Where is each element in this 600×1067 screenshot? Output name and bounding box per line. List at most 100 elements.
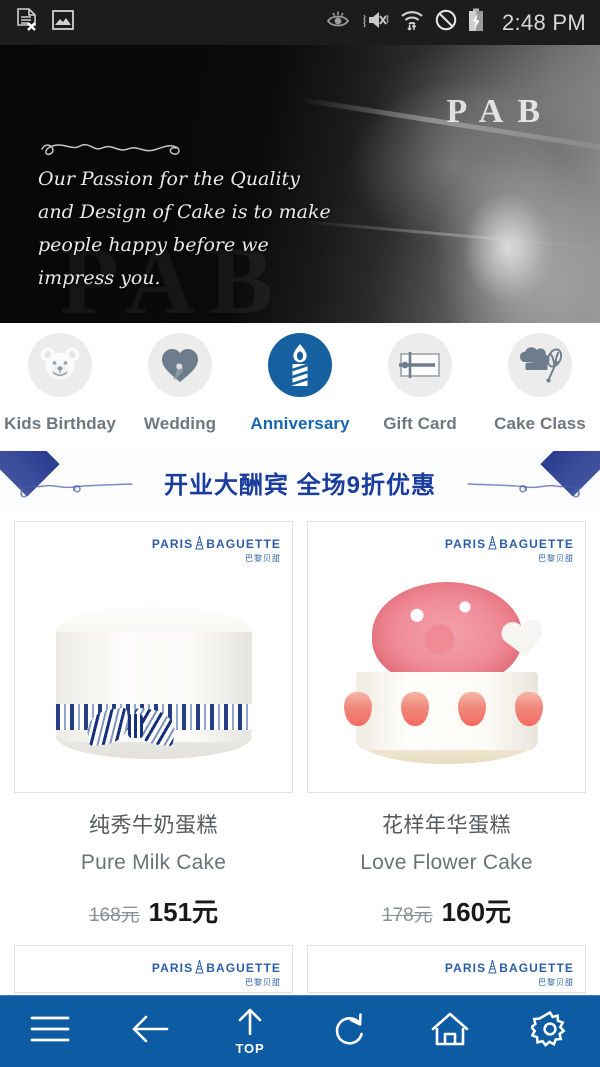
category-icon-wrap (388, 333, 452, 397)
logo-text-chinese: 巴黎贝甜 (245, 554, 281, 563)
category-item-gift-card[interactable]: Gift Card (360, 333, 480, 434)
product-image[interactable]: PARIS BAGUETTE 巴黎贝甜 (14, 945, 293, 993)
promo-swirl-right-icon (412, 477, 582, 506)
image-icon (52, 10, 74, 35)
product-name-chinese: 花样年华蛋糕 (382, 814, 511, 837)
decorative-flourish-icon (38, 133, 248, 164)
girl-photo-subject (448, 180, 568, 323)
product-grid-next-row: PARIS BAGUETTE 巴黎贝甜 PARIS BAGUETTE 巴黎贝甜 (0, 929, 600, 993)
bottom-navigation-bar: TOP (0, 995, 600, 1067)
eiffel-tower-icon (488, 535, 497, 552)
eiffel-tower-icon (195, 959, 204, 976)
promo-banner[interactable]: 开业大酬宾 全场9折优惠 (0, 451, 600, 513)
hero-brand-mark: PAB (446, 93, 554, 130)
status-bar: 2:48 PM (0, 0, 600, 45)
nav-back-button[interactable] (100, 996, 200, 1067)
logo-text-chinese: 巴黎贝甜 (538, 554, 574, 563)
nav-refresh-button[interactable] (300, 996, 400, 1067)
category-icon-wrap (268, 333, 332, 397)
back-arrow-icon (129, 1013, 171, 1050)
settings-gear-icon (529, 1010, 569, 1053)
logo-text-chinese: 巴黎贝甜 (538, 978, 574, 987)
wifi-icon (400, 9, 424, 36)
product-price-row: 178元 160元 (382, 892, 511, 929)
product-original-price: 168元 (88, 905, 140, 926)
logo-text-paris: PARIS (151, 961, 194, 975)
logo-text-baguette: BAGUETTE (206, 961, 281, 975)
product-card[interactable]: PARIS BAGUETTE 巴黎贝甜 (14, 521, 293, 929)
eye-care-icon (326, 10, 350, 35)
logo-text-baguette: BAGUETTE (499, 537, 574, 551)
strawberry-slice (515, 692, 543, 726)
scroll-top-icon (233, 1007, 267, 1040)
status-bar-left-icons (16, 8, 74, 37)
category-label: Cake Class (494, 414, 586, 433)
category-label: Anniversary (250, 414, 350, 433)
bear-icon (40, 347, 80, 380)
product-grid: PARIS BAGUETTE 巴黎贝甜 纯秀牛奶蛋糕 Pure Milk Cak… (0, 513, 600, 929)
product-name-chinese: 纯秀牛奶蛋糕 (89, 814, 218, 837)
chef-hat-whisk-icon (520, 347, 563, 383)
product-image[interactable]: PARIS BAGUETTE 巴黎贝甜 (307, 521, 586, 793)
battery-charging-icon (468, 8, 484, 37)
product-sale-price: 151元 (148, 897, 219, 927)
category-nav: Kids Birthday Wedding Anniversary Gift C… (0, 323, 600, 456)
category-item-wedding[interactable]: Wedding (120, 333, 240, 434)
paris-baguette-logo: PARIS BAGUETTE 巴黎贝甜 (444, 535, 574, 563)
promo-swirl-left-icon (18, 477, 188, 506)
app-root: 2:48 PM PAB PAB Our Passion for the Qual… (0, 0, 600, 1067)
nav-scroll-top-button[interactable]: TOP (200, 996, 300, 1067)
logo-text-paris: PARIS (151, 537, 194, 551)
heart-icon (162, 349, 198, 382)
refresh-icon (331, 1011, 369, 1052)
candle-icon (292, 344, 308, 386)
paris-baguette-logo: PARIS BAGUETTE 巴黎贝甜 (444, 959, 574, 987)
category-item-cake-class[interactable]: Cake Class (480, 333, 600, 434)
logo-text-baguette: BAGUETTE (206, 537, 281, 551)
product-sale-price: 160元 (441, 897, 512, 927)
category-label: Wedding (143, 414, 217, 433)
category-icon-wrap (508, 333, 572, 397)
product-name-english: Pure Milk Cake (80, 851, 227, 874)
product-image[interactable]: PARIS BAGUETTE 巴黎贝甜 (307, 945, 586, 993)
logo-text-paris: PARIS (444, 961, 487, 975)
product-card[interactable]: PARIS BAGUETTE 巴黎贝甜 (14, 945, 293, 993)
category-label: Kids Birthday (4, 414, 116, 433)
do-not-disturb-icon (435, 9, 457, 36)
nav-home-button[interactable] (400, 996, 500, 1067)
nav-menu-button[interactable] (0, 996, 100, 1067)
scroll-top-label: TOP (235, 1041, 265, 1056)
logo-text-baguette: BAGUETTE (499, 961, 574, 975)
hero-banner[interactable]: PAB PAB Our Passion for the Quality and … (0, 45, 600, 323)
file-error-icon (16, 8, 38, 37)
product-card[interactable]: PARIS BAGUETTE 巴黎贝甜 (307, 521, 586, 929)
status-bar-right-icons: 2:48 PM (326, 8, 586, 37)
promo-banner-text: 开业大酬宾 全场9折优惠 (163, 471, 436, 499)
category-item-kids-birthday[interactable]: Kids Birthday (0, 333, 120, 434)
content-scroll-area[interactable]: 开业大酬宾 全场9折优惠 PARIS BAGUETTE 巴黎贝甜 纯秀牛奶蛋糕 … (0, 451, 600, 995)
paris-baguette-logo: PARIS BAGUETTE 巴黎贝甜 (151, 959, 281, 987)
paris-baguette-logo: PARIS BAGUETTE 巴黎贝甜 (151, 535, 281, 563)
cake-flower-decoration (371, 582, 522, 686)
product-image[interactable]: PARIS BAGUETTE 巴黎贝甜 (14, 521, 293, 793)
nav-settings-button[interactable] (500, 996, 600, 1067)
cake-body (355, 672, 538, 750)
product-price-row: 168元 151元 (89, 892, 218, 929)
cake-bow-knot (128, 714, 143, 738)
mute-icon (361, 9, 389, 36)
product-card[interactable]: PARIS BAGUETTE 巴黎贝甜 (307, 945, 586, 993)
eiffel-tower-icon (195, 535, 204, 552)
category-label: Gift Card (383, 414, 457, 433)
eiffel-tower-icon (488, 959, 497, 976)
product-name-english: Love Flower Cake (360, 851, 533, 874)
category-list: Kids Birthday Wedding Anniversary Gift C… (0, 323, 600, 451)
logo-text-paris: PARIS (444, 537, 487, 551)
hero-quote-text: Our Passion for the Quality and Design o… (38, 168, 331, 289)
status-bar-clock: 2:48 PM (501, 9, 586, 35)
product-original-price: 178元 (381, 905, 433, 926)
home-icon (430, 1012, 470, 1051)
category-icon-wrap (148, 333, 212, 397)
gift-card-icon (399, 352, 440, 378)
category-icon-wrap (28, 333, 92, 397)
category-item-anniversary[interactable]: Anniversary (240, 333, 360, 434)
